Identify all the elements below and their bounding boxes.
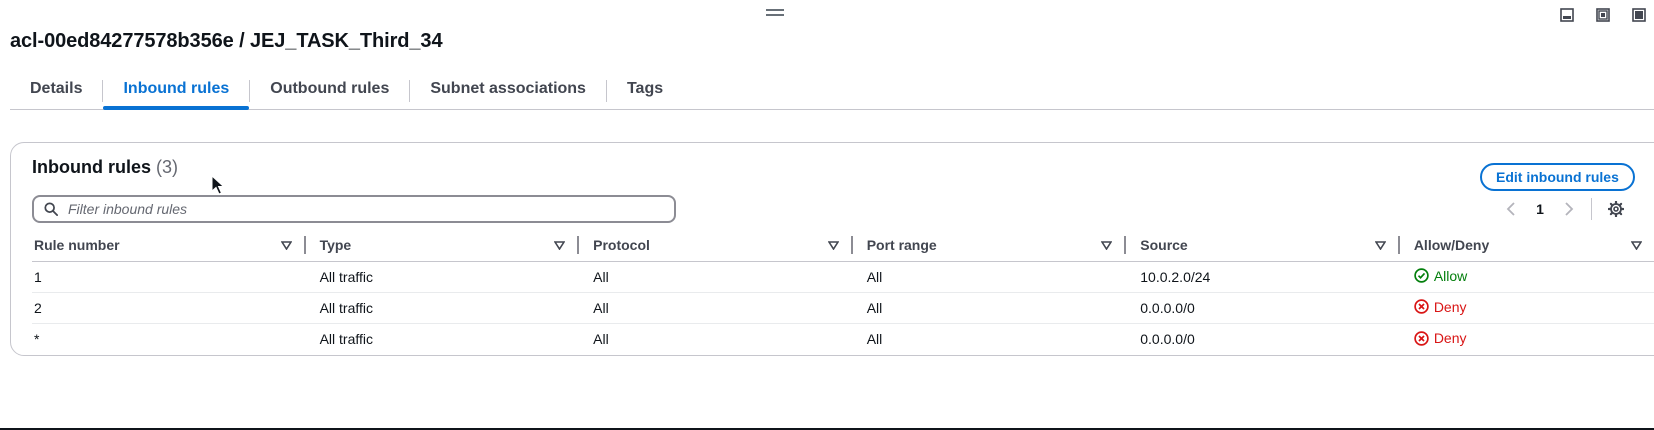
tab-inbound-rules[interactable]: Inbound rules [103,76,250,110]
status-label: Deny [1433,330,1467,346]
cell-protocol: All [579,261,853,293]
tab-tags[interactable]: Tags [607,76,683,109]
cell-rule-number: 2 [32,292,306,324]
search-icon [44,202,58,216]
cell-allow-deny: Deny [1399,292,1654,324]
mouse-cursor-icon [211,174,225,200]
column-header-source[interactable]: Source [1126,229,1400,262]
panel-split-icon[interactable] [1594,6,1612,24]
status-label: Allow [1433,267,1468,284]
cell-source: 0.0.0.0/0 [1140,331,1195,348]
column-header-label: Source [1140,237,1188,253]
table-row[interactable]: 1 All traffic All All 10.0.2.0/24 Allow [32,261,1654,293]
column-header-allow-deny[interactable]: Allow/Deny [1399,229,1654,262]
inbound-rules-table: Rule number Type Protocol Port range Sou… [32,229,1654,355]
cell-port-range: All [866,331,883,348]
status-deny: Deny [1414,299,1467,315]
inbound-rules-container: Inbound rules (3) Edit inbound rules 1 [10,142,1654,356]
cell-type: All traffic [305,261,580,293]
tab-details[interactable]: Details [10,76,102,109]
tab-bar: Details Inbound rules Outbound rules Sub… [10,76,1654,110]
pagination: 1 [1497,195,1630,223]
chevron-left-icon[interactable] [1497,195,1525,223]
panel-bottom-icon[interactable] [1558,6,1576,24]
panel-fullscreen-icon[interactable] [1630,6,1648,24]
pagination-divider [1591,198,1592,220]
column-header-rule-number[interactable]: Rule number [32,229,306,262]
check-circle-icon [1414,268,1429,283]
column-header-label: Rule number [34,237,120,253]
edit-inbound-rules-button[interactable]: Edit inbound rules [1480,163,1635,191]
chevron-right-icon[interactable] [1555,195,1583,223]
column-header-label: Port range [866,237,937,253]
cell-rule-number: * [34,331,40,348]
cell-protocol: All [579,292,853,324]
tab-subnet-associations[interactable]: Subnet associations [410,76,606,109]
page-title: acl-00ed84277578b356e / JEJ_TASK_Third_3… [10,30,443,52]
cell-allow-deny: Deny [1400,324,1654,355]
column-header-type[interactable]: Type [305,229,580,262]
cell-type: All traffic [319,331,373,348]
filter-field [32,195,676,223]
cell-source: 10.0.2.0/24 [1126,261,1400,293]
drag-handle-icon[interactable] [766,9,784,17]
page-number[interactable]: 1 [1525,201,1555,217]
sort-icon[interactable] [1374,240,1386,250]
sort-icon[interactable] [827,240,839,250]
cell-type: All traffic [305,292,580,324]
x-circle-icon [1414,330,1429,346]
table-header-row: Rule number Type Protocol Port range Sou… [32,229,1654,262]
cell-source: 0.0.0.0/0 [1126,292,1400,324]
cell-port-range: All [852,261,1127,293]
filter-input[interactable] [66,200,674,218]
column-header-label: Type [319,237,352,253]
tab-outbound-rules[interactable]: Outbound rules [250,76,409,109]
x-circle-icon [1414,299,1429,314]
sort-icon[interactable] [1101,240,1113,250]
panel-heading: Inbound rules (3) [32,157,178,178]
cell-port-range: All [852,292,1127,324]
sort-icon[interactable] [1631,240,1642,250]
status-label: Deny [1433,298,1467,315]
panel-position-controls [1558,6,1648,24]
table-row[interactable]: 2 All traffic All All 0.0.0.0/0 Deny [32,292,1654,324]
status-deny: Deny [1414,330,1467,346]
cell-protocol: All [593,331,609,348]
cell-rule-number: 1 [32,261,306,293]
table-row[interactable]: * All traffic All All 0.0.0.0/0 Deny [32,324,1654,355]
column-header-port-range[interactable]: Port range [852,229,1127,262]
gear-icon[interactable] [1602,195,1630,223]
status-allow: Allow [1414,268,1467,284]
panel-title: Inbound rules [32,157,151,177]
column-header-label: Protocol [593,237,650,253]
column-header-label: Allow/Deny [1413,237,1490,253]
rule-count: (3) [156,157,179,177]
cell-allow-deny: Allow [1399,261,1654,293]
split-panel: acl-00ed84277578b356e / JEJ_TASK_Third_3… [0,0,1654,430]
sort-icon[interactable] [280,240,292,250]
column-header-protocol[interactable]: Protocol [579,229,853,262]
sort-icon[interactable] [554,240,566,250]
